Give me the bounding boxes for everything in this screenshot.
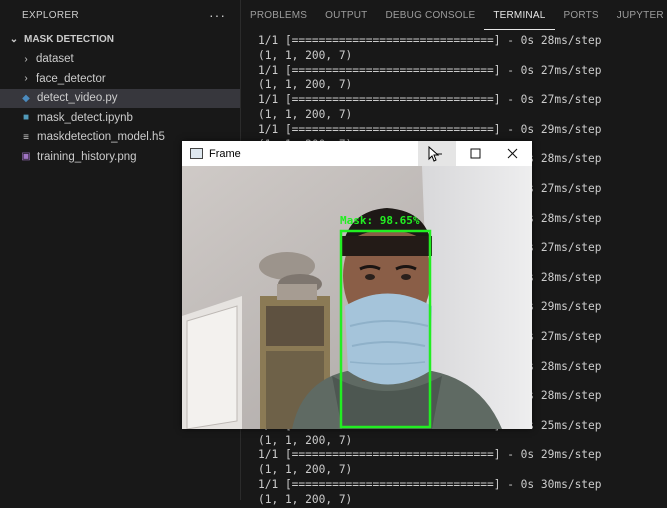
explorer-item-label: dataset bbox=[36, 53, 74, 66]
mouse-cursor-icon bbox=[428, 146, 440, 162]
chevron-down-icon: ⌄ bbox=[9, 34, 19, 46]
maximize-button[interactable] bbox=[456, 141, 494, 166]
explorer-item-label: detect_video.py bbox=[37, 92, 118, 105]
maximize-icon bbox=[470, 148, 480, 159]
data-file-icon: ≡ bbox=[23, 131, 29, 143]
terminal-line: (1, 1, 200, 7) bbox=[258, 78, 353, 92]
terminal-line: 1/1 [==============================] - 0… bbox=[258, 93, 602, 107]
terminal-line: (1, 1, 200, 7) bbox=[258, 433, 353, 447]
terminal-line: 1/1 [==============================] - 0… bbox=[258, 63, 602, 77]
terminal-line: (1, 1, 200, 7) bbox=[258, 107, 353, 121]
terminal-line: 1/1 [==============================] - 0… bbox=[258, 477, 602, 491]
chevron-right-icon: › bbox=[24, 53, 28, 65]
explorer-item-label: training_history.png bbox=[37, 150, 137, 163]
terminal-line: (1, 1, 200, 7) bbox=[258, 48, 353, 62]
tab-output[interactable]: OUTPUT bbox=[316, 0, 376, 30]
close-button[interactable] bbox=[493, 141, 531, 166]
webcam-frame: Mask: 98.65% bbox=[182, 166, 532, 429]
explorer-item-label: mask_detect.ipynb bbox=[37, 111, 133, 124]
explorer-item-detect-video-py[interactable]: ◆ detect_video.py bbox=[0, 88, 240, 108]
python-file-icon: ◆ bbox=[22, 92, 30, 104]
frame-title: Frame bbox=[209, 147, 241, 160]
tab-problems[interactable]: PROBLEMS bbox=[241, 0, 316, 30]
terminal-line: 1/1 [==============================] - 0… bbox=[258, 448, 602, 462]
close-icon bbox=[507, 148, 517, 159]
terminal-line: (1, 1, 200, 7) bbox=[258, 492, 353, 506]
explorer-header: EXPLORER ··· bbox=[0, 0, 240, 30]
explorer-item-dataset[interactable]: › dataset bbox=[0, 50, 240, 70]
explorer-item-label: face_detector bbox=[36, 72, 106, 85]
explorer-item-face-detector[interactable]: › face_detector bbox=[0, 69, 240, 89]
more-actions-icon[interactable]: ··· bbox=[209, 7, 226, 23]
tab-debug-console[interactable]: DEBUG CONSOLE bbox=[376, 0, 484, 30]
tab-ports[interactable]: PORTS bbox=[555, 0, 608, 30]
window-app-icon bbox=[190, 148, 203, 159]
webcam-image: Mask: 98.65% bbox=[182, 166, 532, 429]
tab-terminal[interactable]: TERMINAL bbox=[484, 0, 554, 30]
image-file-icon: ▣ bbox=[21, 151, 31, 163]
explorer-item-mask-detect-ipynb[interactable]: ■ mask_detect.ipynb bbox=[0, 108, 240, 128]
folder-section-header[interactable]: ⌄ MASK DETECTION bbox=[0, 30, 240, 50]
explorer-title: EXPLORER bbox=[22, 9, 79, 21]
section-title: MASK DETECTION bbox=[24, 34, 114, 46]
frame-window[interactable]: Frame Mask: 98.65% bbox=[182, 141, 532, 429]
terminal-line: (1, 1, 200, 7) bbox=[258, 463, 353, 477]
frame-titlebar[interactable]: Frame bbox=[182, 141, 532, 166]
explorer-item-label: maskdetection_model.h5 bbox=[37, 131, 165, 144]
tab-jupyter[interactable]: JUPYTER bbox=[608, 0, 667, 30]
chevron-right-icon: › bbox=[24, 73, 28, 85]
detection-label: Mask: 98.65% bbox=[340, 214, 420, 227]
panel-tab-bar: PROBLEMS OUTPUT DEBUG CONSOLE TERMINAL PORTS… bbox=[241, 0, 667, 30]
terminal-line: 1/1 [==============================] - 0… bbox=[258, 122, 602, 136]
notebook-file-icon: ■ bbox=[22, 112, 30, 124]
terminal-line: 1/1 [==============================] - 0… bbox=[258, 34, 602, 47]
